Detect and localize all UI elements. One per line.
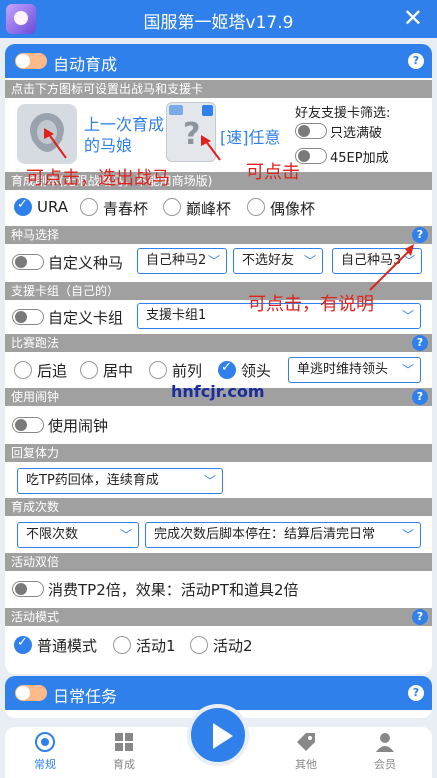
tab-member[interactable]: 会员 — [355, 731, 415, 772]
grid-icon — [115, 733, 133, 751]
annotation-clickable: 可点击 — [246, 162, 300, 183]
person-icon — [376, 733, 394, 752]
chrome-icon — [35, 732, 55, 752]
tab-other-label: 其他 — [295, 758, 317, 771]
tab-train-label: 育成 — [113, 758, 135, 771]
play-button[interactable] — [187, 704, 249, 766]
tab-regular-label: 常规 — [34, 758, 56, 771]
tab-other[interactable]: 其他 — [276, 731, 336, 772]
tab-regular[interactable]: 常规 — [15, 731, 75, 772]
annotation-help: 可点击，有说明 — [248, 294, 374, 315]
annotation-select-horse: 可点击，选出战马 — [26, 168, 170, 189]
tab-member-label: 会员 — [374, 758, 396, 771]
watermark: hnfcjr.com — [171, 382, 265, 401]
tag-icon — [297, 733, 315, 751]
tab-train[interactable]: 育成 — [94, 731, 154, 772]
